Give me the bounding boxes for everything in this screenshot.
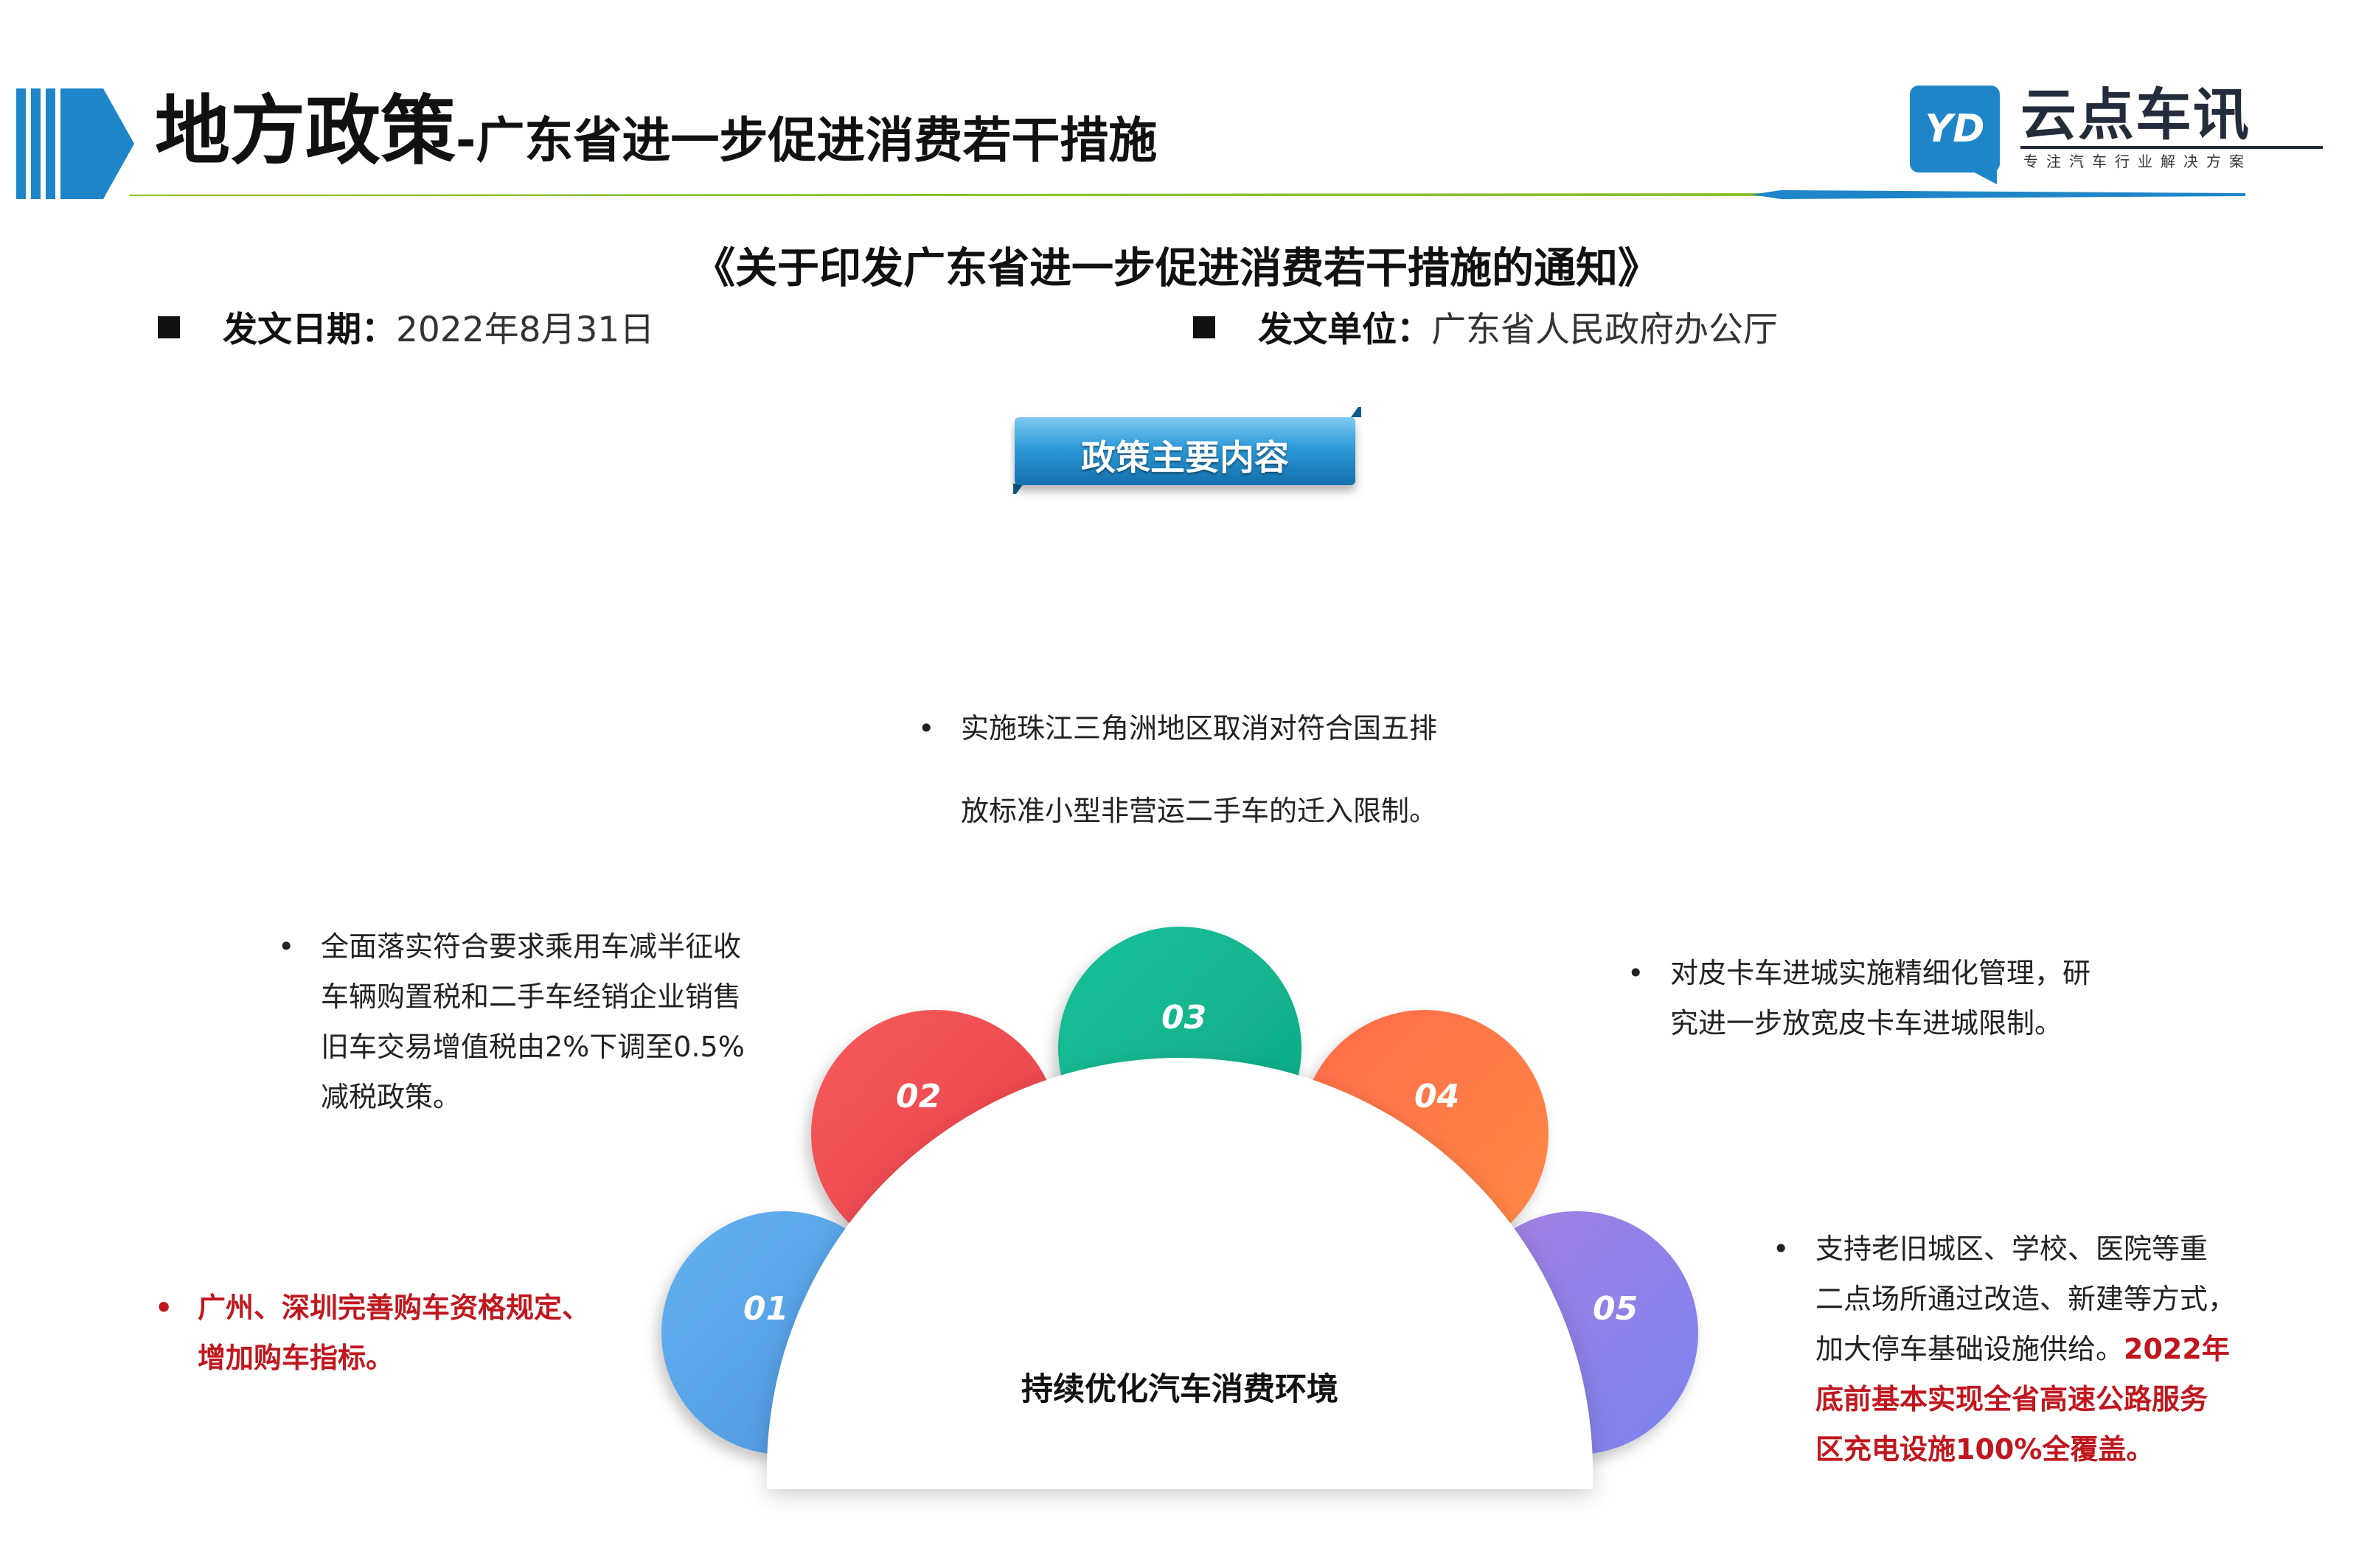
petal-01-label: 01 xyxy=(743,1290,788,1328)
bullet-icon: • xyxy=(155,1292,173,1324)
petal-03-label: 03 xyxy=(1161,999,1206,1036)
policy-item-right-bottom: • 支持老旧城区、学校、医院等重 二点场所通过改造、新建等方式， 加大停车基础设施… xyxy=(1773,1224,2236,1474)
diagram-center-label: 持续优化汽车消费环境 xyxy=(1021,1371,1338,1408)
policy-item-left: • 全面落实符合要求乘用车减半征收 车辆购置税和二手车经销企业销售 旧车交易增值税… xyxy=(278,921,745,1122)
petal-05-label: 05 xyxy=(1593,1290,1638,1328)
bullet-icon: • xyxy=(1627,957,1644,989)
petal-02-label: 02 xyxy=(896,1078,941,1115)
bullet-icon: • xyxy=(918,712,935,745)
policy-item-right: • 对皮卡车进城实施精细化管理，研 究进一步放宽皮卡车进城限制。 xyxy=(1627,948,2090,1048)
bullet-icon: • xyxy=(278,930,295,963)
bullet-icon: • xyxy=(1773,1233,1790,1265)
petal-04-label: 04 xyxy=(1414,1078,1459,1115)
policy-item-left-bottom: • 广州、深圳完善购车资格规定、 增加购车指标。 xyxy=(155,1283,590,1383)
policy-item-top: • 实施珠江三角洲地区取消对符合国五排 放标准小型非营运二手车的迁入限制。 xyxy=(918,687,1437,852)
